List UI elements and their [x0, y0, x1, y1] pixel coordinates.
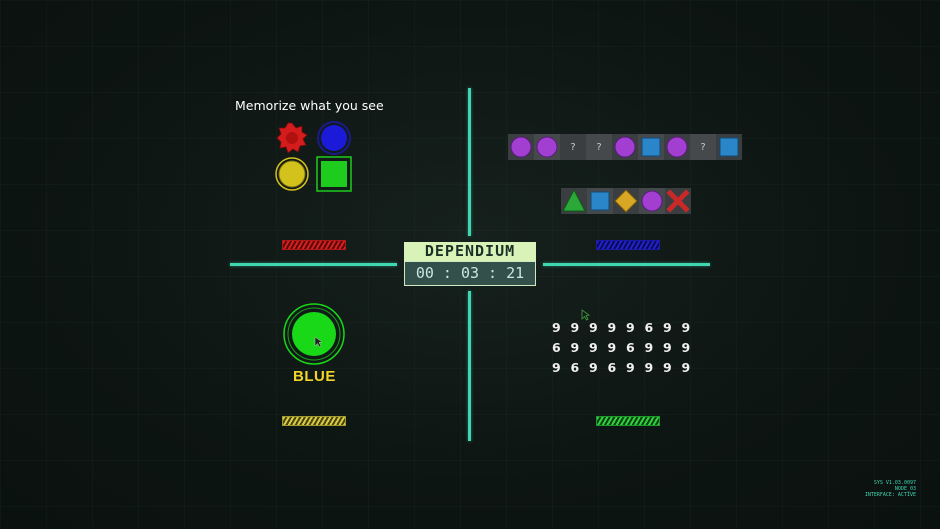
- digit-cell[interactable]: 9: [626, 320, 645, 340]
- digit-cell[interactable]: 9: [608, 320, 627, 340]
- tile-7: [664, 134, 690, 160]
- digit-cell[interactable]: 9: [626, 360, 645, 380]
- digit-row-2: 6 9 9 9 6 9 9 9: [552, 340, 700, 360]
- digit-row-1: 9 9 9 9 9 6 9 9: [552, 320, 700, 340]
- digit-cell[interactable]: 9: [663, 360, 682, 380]
- digit-cell[interactable]: 9: [608, 340, 627, 360]
- game-title: DEPENDIUM: [404, 242, 536, 261]
- digit-cell[interactable]: 9: [552, 320, 571, 340]
- digit-cell[interactable]: 9: [645, 360, 664, 380]
- digit-cell[interactable]: 9: [571, 320, 590, 340]
- digit-cell[interactable]: 6: [571, 360, 590, 380]
- yellow-circle-icon: [275, 157, 309, 191]
- divider-vertical-top: [468, 88, 471, 236]
- memory-shapes: [275, 121, 352, 192]
- digit-cell[interactable]: 9: [682, 360, 701, 380]
- purple-circle-icon: [536, 136, 558, 158]
- digit-cell[interactable]: 9: [663, 320, 682, 340]
- memory-progress-bar: [282, 240, 346, 250]
- option-circle[interactable]: [639, 188, 665, 214]
- option-diamond[interactable]: [613, 188, 639, 214]
- system-info: SYS V1.03.0097 NODE_03 INTERFACE: ACTIVE: [865, 480, 916, 498]
- timer: 00 : 03 : 21: [404, 261, 536, 286]
- unknown-tile-label: ?: [570, 141, 576, 153]
- purple-circle-icon: [641, 190, 663, 212]
- tile-8[interactable]: ?: [690, 134, 716, 160]
- blue-square-icon: [719, 137, 739, 157]
- tile-9: [716, 134, 742, 160]
- purple-circle-icon: [666, 136, 688, 158]
- option-triangle[interactable]: [561, 188, 587, 214]
- purple-circle-icon: [614, 136, 636, 158]
- tile-1: [508, 134, 534, 160]
- divider-vertical-bottom: [468, 291, 471, 441]
- unknown-tile-label: ?: [700, 141, 706, 153]
- digit-grid: 9 9 9 9 9 6 9 9 6 9 9 9 6 9 9 9 9 6 9 6 …: [552, 320, 700, 380]
- divider-horizontal-left: [230, 263, 397, 266]
- blue-square-icon: [590, 191, 610, 211]
- yellow-diamond-icon: [614, 189, 638, 213]
- digit-cell[interactable]: 9: [589, 360, 608, 380]
- color-word-label: BLUE: [293, 368, 336, 385]
- option-cross[interactable]: [665, 188, 691, 214]
- blue-square-icon: [641, 137, 661, 157]
- tile-6: [638, 134, 664, 160]
- digit-cell[interactable]: 6: [608, 360, 627, 380]
- tile-3[interactable]: ?: [560, 134, 586, 160]
- digit-cell[interactable]: 9: [663, 340, 682, 360]
- digit-cell[interactable]: 9: [682, 340, 701, 360]
- unknown-tile-label: ?: [596, 141, 602, 153]
- sequence-row-2: [561, 188, 691, 214]
- green-square-icon: [316, 156, 352, 192]
- purple-circle-icon: [510, 136, 532, 158]
- green-triangle-icon: [562, 188, 586, 212]
- option-square[interactable]: [587, 188, 613, 214]
- digit-cell[interactable]: 6: [552, 340, 571, 360]
- digit-cell[interactable]: 9: [552, 360, 571, 380]
- digits-progress-bar: [596, 416, 660, 426]
- color-match-progress-bar: [282, 416, 346, 426]
- tile-2: [534, 134, 560, 160]
- sys-line: INTERFACE: ACTIVE: [864, 492, 916, 498]
- memorize-instruction: Memorize what you see: [235, 98, 384, 113]
- digit-row-3: 9 6 9 6 9 9 9 9: [552, 360, 700, 380]
- tile-4[interactable]: ?: [586, 134, 612, 160]
- divider-horizontal-right: [543, 263, 710, 266]
- tile-5: [612, 134, 638, 160]
- red-cross-icon: [666, 189, 690, 213]
- digit-cell[interactable]: 6: [645, 320, 664, 340]
- blue-circle-icon: [317, 121, 351, 155]
- red-star-icon: [276, 122, 308, 154]
- sequence-progress-bar: [596, 240, 660, 250]
- sequence-row-1: ? ? ?: [508, 134, 742, 160]
- digit-cell[interactable]: 9: [589, 320, 608, 340]
- digit-cell[interactable]: 9: [589, 340, 608, 360]
- digit-cell[interactable]: 6: [626, 340, 645, 360]
- digit-cell[interactable]: 9: [682, 320, 701, 340]
- color-circle-button[interactable]: [282, 302, 346, 366]
- digit-cell[interactable]: 9: [571, 340, 590, 360]
- digit-cell[interactable]: 9: [645, 340, 664, 360]
